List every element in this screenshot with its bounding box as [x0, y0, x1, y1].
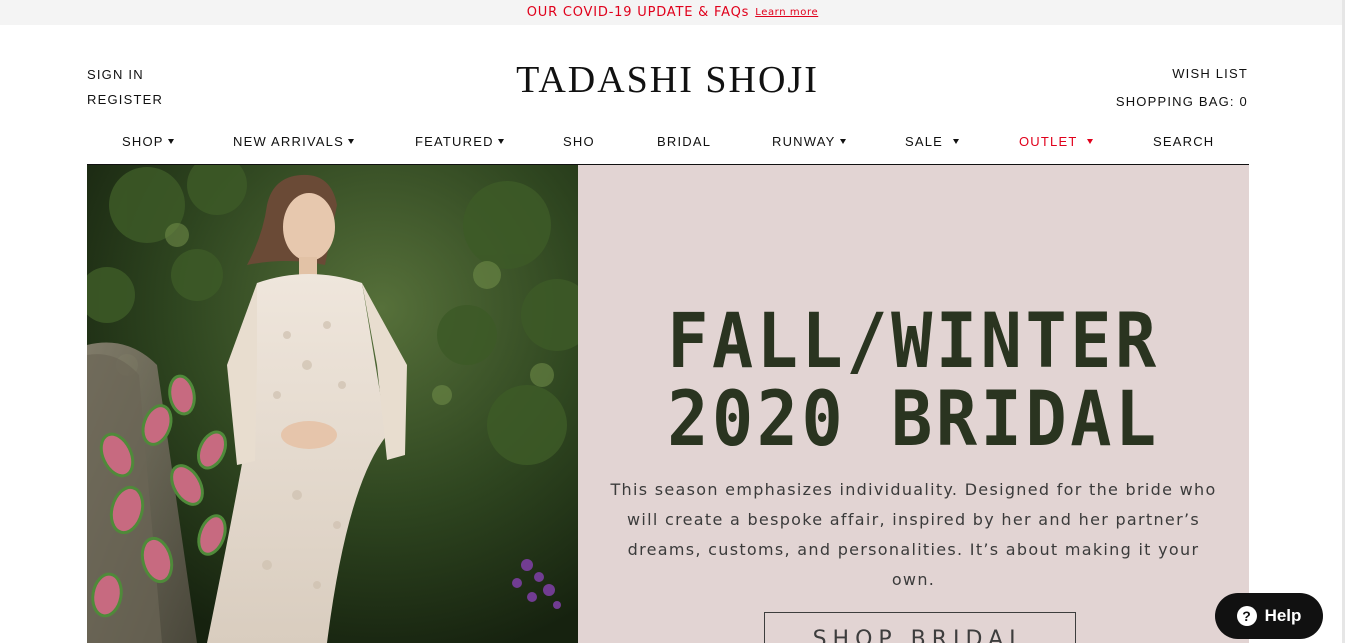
- caret-down-icon: [953, 139, 960, 144]
- nav-item-featured[interactable]: FEATURED: [415, 134, 504, 149]
- nav-item-label: SEARCH: [1153, 134, 1215, 149]
- nav-item-search[interactable]: SEARCH: [1153, 134, 1214, 149]
- caret-down-icon: [839, 139, 846, 144]
- shopping-bag-link[interactable]: SHOPPING BAG: 0: [1116, 94, 1248, 109]
- collection-description: This season emphasizes individuality. De…: [610, 480, 1217, 589]
- nav-item-runway[interactable]: RUNWAY: [772, 134, 846, 149]
- nav-item-label: SALE: [905, 134, 944, 149]
- headline-line-1: FALL/WINTER: [667, 296, 1160, 385]
- caret-down-icon: [347, 139, 354, 144]
- headline-line-2: 2020 BRIDAL: [667, 374, 1160, 463]
- nav-item-label: FEATURED: [415, 134, 494, 149]
- nav-item-label: RUNWAY: [772, 134, 836, 149]
- nav-item-label: SHO: [563, 134, 595, 149]
- nav-item-bridal[interactable]: BRIDAL: [657, 134, 711, 149]
- announcement-message: OUR COVID-19 UPDATE & FAQs: [526, 5, 750, 20]
- hero-banner[interactable]: FALL/WINTER 2020 BRIDAL This season emph…: [87, 165, 1249, 643]
- nav-item-label: NEW ARRIVALS: [233, 134, 344, 149]
- nav-item-label: OUTLET: [1019, 134, 1078, 149]
- bride-photo[interactable]: [87, 165, 578, 643]
- announcement-bar: OUR COVID-19 UPDATE & FAQs Learn more: [0, 0, 1345, 25]
- nav-item-sale[interactable]: SALE: [905, 134, 960, 149]
- caret-down-icon: [167, 139, 174, 144]
- caret-down-icon: [1087, 139, 1094, 144]
- nav-item-label: SHOP: [122, 134, 164, 149]
- nav-item-new-arrivals[interactable]: NEW ARRIVALS: [233, 134, 354, 149]
- help-label: Help: [1264, 606, 1302, 625]
- bride-photo-illustration: [87, 165, 578, 643]
- question-icon: ?: [1236, 606, 1257, 626]
- learn-more-link[interactable]: Learn more: [755, 7, 818, 18]
- nav-item-sho[interactable]: SHO: [563, 134, 595, 149]
- nav-item-outlet[interactable]: OUTLET: [1019, 134, 1094, 149]
- nav-item-label: BRIDAL: [657, 134, 712, 149]
- wish-list-link[interactable]: WISH LIST: [1172, 66, 1248, 81]
- main-nav: SHOP NEW ARRIVALS FEATURED SHO BRIDAL RU…: [87, 131, 1249, 165]
- help-button[interactable]: ? Help: [1215, 593, 1323, 639]
- nav-item-shop[interactable]: SHOP: [122, 134, 174, 149]
- shop-bridal-button[interactable]: SHOP BRIDAL: [764, 612, 1076, 643]
- collection-panel: FALL/WINTER 2020 BRIDAL This season emph…: [578, 165, 1249, 643]
- caret-down-icon: [497, 139, 504, 144]
